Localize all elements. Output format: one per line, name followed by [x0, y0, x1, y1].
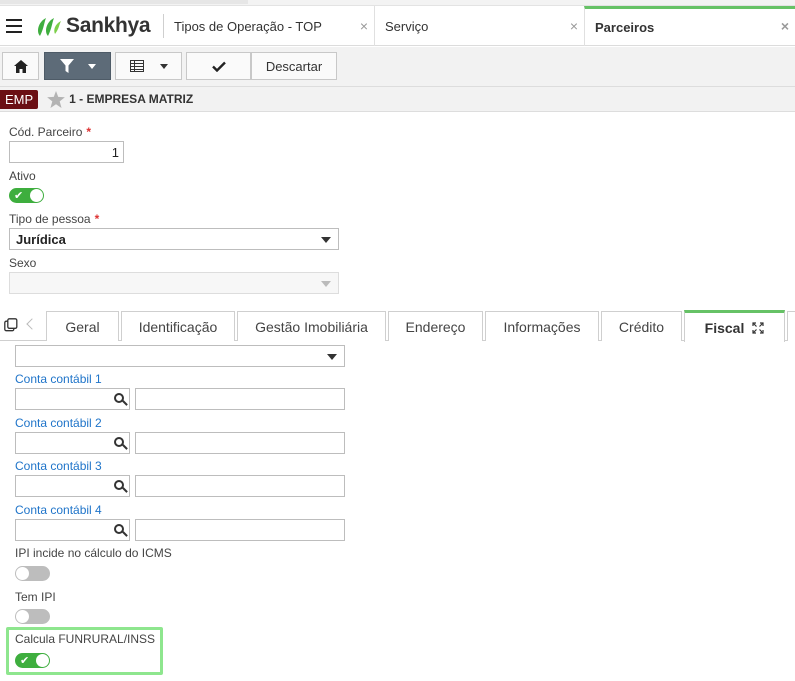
conta-contabil-1-code-input[interactable] — [15, 388, 130, 410]
tipo-pessoa-value: Jurídica — [16, 232, 66, 247]
cod-parceiro-input[interactable]: 1 — [9, 141, 124, 163]
tab-tipos-operacao[interactable]: Tipos de Operação - TOP × — [164, 6, 374, 46]
required-mark: * — [94, 212, 100, 226]
close-icon[interactable]: × — [781, 18, 789, 34]
tab-label: Parceiros — [595, 20, 655, 35]
conta-contabil-2-desc-input[interactable] — [135, 432, 345, 454]
subtab-fiscal[interactable]: Fiscal — [684, 310, 785, 342]
sankhya-logo-icon — [34, 14, 62, 38]
company-title: 1 - EMPRESA MATRIZ — [69, 92, 194, 106]
chevron-down-icon — [321, 281, 331, 287]
ipi-icms-toggle[interactable] — [15, 566, 50, 581]
ativo-toggle[interactable]: ✔ — [9, 188, 44, 203]
tab-parceiros[interactable]: Parceiros × — [584, 6, 795, 46]
check-icon: ✔ — [14, 190, 24, 202]
subtab-gestao-imobiliaria[interactable]: Gestão Imobiliária — [237, 311, 386, 341]
chevron-down-icon — [321, 237, 331, 243]
close-icon[interactable]: × — [570, 18, 578, 34]
funrural-toggle[interactable]: ✔ — [15, 653, 50, 668]
company-bar: EMP 1 - EMPRESA MATRIZ — [0, 87, 795, 112]
subtab-identificacao[interactable]: Identificação — [121, 311, 235, 341]
subtab-endereco[interactable]: Endereço — [388, 311, 483, 341]
subtab-more[interactable] — [787, 311, 795, 341]
subtab-geral[interactable]: Geral — [46, 311, 119, 341]
conta-contabil-4-desc-input[interactable] — [135, 519, 345, 541]
hamburger-menu-icon[interactable] — [6, 19, 22, 33]
conta-contabil-3-code-input[interactable] — [15, 475, 130, 497]
conta-contabil-4-label[interactable]: Conta contábil 4 — [15, 503, 102, 517]
funrural-label: Calcula FUNRURAL/INSS — [15, 632, 156, 646]
filter-button[interactable] — [44, 52, 111, 80]
tab-label: Serviço — [385, 18, 429, 34]
chevron-down-icon[interactable] — [159, 63, 168, 69]
discard-button[interactable]: Descartar — [251, 52, 337, 80]
confirm-button[interactable] — [186, 52, 251, 80]
expand-icon[interactable] — [752, 321, 764, 334]
toolbar: Descartar — [0, 47, 795, 87]
search-icon[interactable] — [114, 480, 124, 490]
conta-contabil-1-desc-input[interactable] — [135, 388, 345, 410]
conta-contabil-3-desc-input[interactable] — [135, 475, 345, 497]
search-icon[interactable] — [114, 393, 124, 403]
tem-ipi-label: Tem IPI — [15, 590, 56, 604]
chevron-left-icon[interactable] — [26, 318, 38, 330]
home-button[interactable] — [2, 52, 39, 80]
tipo-pessoa-label: Tipo de pessoa * — [9, 212, 100, 226]
conta-contabil-1-label[interactable]: Conta contábil 1 — [15, 372, 102, 386]
app-header: Sankhya Tipos de Operação - TOP × Serviç… — [0, 6, 795, 46]
conta-contabil-3-label[interactable]: Conta contábil 3 — [15, 459, 102, 473]
tem-ipi-toggle[interactable] — [15, 609, 50, 624]
subtab-informacoes[interactable]: Informações — [485, 311, 599, 341]
tab-servico[interactable]: Serviço × — [374, 6, 584, 46]
conta-contabil-4-code-input[interactable] — [15, 519, 130, 541]
sexo-label: Sexo — [9, 256, 37, 270]
check-icon — [211, 61, 226, 72]
logo-text: Sankhya — [66, 14, 151, 37]
tab-label: Tipos de Operação - TOP — [174, 18, 322, 34]
close-icon[interactable]: × — [360, 18, 368, 34]
check-icon: ✔ — [20, 655, 30, 667]
search-icon[interactable] — [114, 437, 124, 447]
grid-view-button[interactable] — [115, 52, 182, 80]
tipo-pessoa-select[interactable]: Jurídica — [9, 228, 339, 250]
company-badge: EMP — [0, 89, 39, 109]
cod-parceiro-label: Cód. Parceiro * — [9, 125, 92, 139]
search-icon[interactable] — [114, 524, 124, 534]
subtab-fiscal-label: Fiscal — [704, 319, 745, 336]
chevron-down-icon[interactable] — [87, 63, 96, 69]
star-icon[interactable] — [47, 90, 66, 108]
conta-contabil-2-label[interactable]: Conta contábil 2 — [15, 416, 102, 430]
sexo-select — [9, 272, 339, 294]
detail-tabs: Geral Identificação Gestão Imobiliária E… — [0, 309, 795, 342]
chevron-down-icon — [327, 354, 337, 360]
cod-parceiro-value: 1 — [111, 145, 119, 160]
required-mark: * — [86, 125, 92, 139]
ipi-icms-label: IPI incide no cálculo do ICMS — [15, 546, 172, 560]
sankhya-logo[interactable]: Sankhya — [34, 13, 151, 39]
subtab-credito[interactable]: Crédito — [601, 311, 682, 341]
copy-icon[interactable] — [4, 318, 18, 332]
conta-contabil-2-code-input[interactable] — [15, 432, 130, 454]
ativo-label: Ativo — [9, 169, 36, 183]
filter-icon — [59, 59, 74, 73]
table-icon — [129, 60, 144, 72]
fiscal-select[interactable] — [15, 345, 345, 367]
home-icon — [13, 59, 28, 73]
